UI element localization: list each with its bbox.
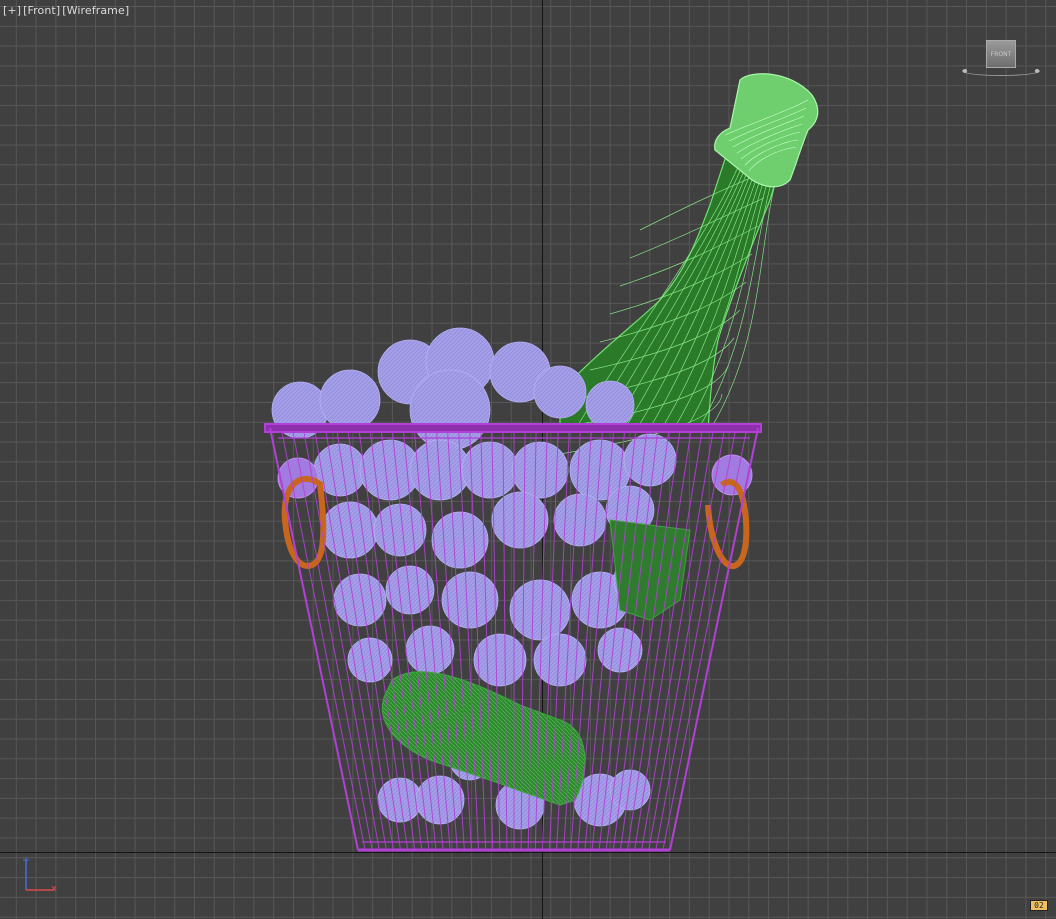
- viewport-label-menu: [+] [Front] [Wireframe]: [3, 4, 129, 17]
- viewport-point-of-view-menu[interactable]: [Front]: [23, 4, 60, 17]
- viewport-counter-badge: 02: [1030, 900, 1048, 911]
- wireframe-scene[interactable]: [0, 0, 1056, 919]
- viewcube-ring-dot: [1035, 69, 1039, 73]
- viewcube[interactable]: FRONT: [986, 40, 1016, 68]
- viewport-general-menu[interactable]: [+]: [3, 4, 21, 17]
- axis-tripod-icon: [23, 857, 57, 892]
- viewport-shading-menu[interactable]: [Wireframe]: [62, 4, 129, 17]
- viewcube-ring-dot: [963, 69, 967, 73]
- viewcube-face-label: FRONT: [990, 50, 1012, 58]
- front-viewport[interactable]: [+] [Front] [Wireframe] FRONT 02: [0, 0, 1056, 919]
